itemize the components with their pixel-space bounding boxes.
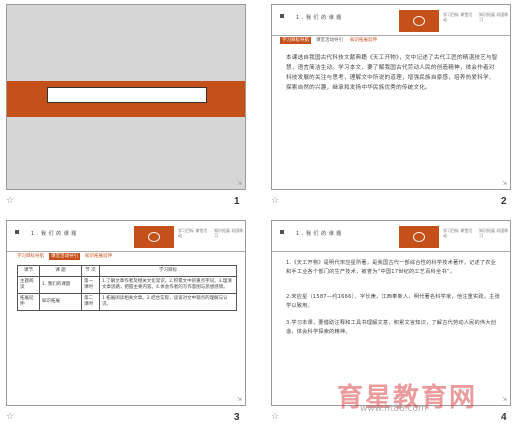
slide-transition-star-icon: ☆ bbox=[271, 196, 280, 206]
header-logo bbox=[134, 226, 174, 248]
tab-activities[interactable]: 课堂活动导引 bbox=[49, 253, 80, 260]
slide-paragraph: 本课选自我国古代科技文献典籍《天工开物》，文中记述了古代工匠的精湛技艺与智慧，语… bbox=[286, 55, 498, 91]
slide-transition-star-icon: ☆ bbox=[6, 412, 15, 422]
table-header-row: 课节 课 题 节 次 学习目标 bbox=[17, 265, 237, 277]
tab-extension[interactable]: 知识拓展延伸 bbox=[83, 253, 114, 260]
slide-transition-star-icon: ☆ bbox=[6, 196, 15, 206]
slide-header: 1 . 我 们 的 课 题 学习目标 课堂活动 知识拓展 巩固练习 bbox=[272, 221, 510, 251]
header-stamp-2: 知识拓展 巩固练习 bbox=[479, 12, 509, 22]
slide-number: 4 bbox=[501, 412, 507, 423]
slide-number: 1 bbox=[234, 196, 240, 207]
table-header: 学习目标 bbox=[99, 265, 237, 277]
table-cell: 知识拓展 bbox=[39, 293, 82, 311]
tab-goals[interactable]: 学习目标导航 bbox=[280, 37, 311, 44]
header-stamp-1: 学习目标 课堂活动 bbox=[443, 228, 473, 238]
slide-paragraph: 1.《天工开物》是明代宋应星所著，是我国古代一部综合性的科学技术著作，记述了农业… bbox=[286, 260, 497, 275]
slide-number: 2 bbox=[501, 196, 507, 207]
header-divider bbox=[272, 251, 510, 252]
header-divider bbox=[272, 35, 510, 36]
slide-tabs: 学习目标导航 课堂活动导引 知识拓展延伸 bbox=[280, 37, 379, 45]
header-stamp-1: 学习目标 课堂活动 bbox=[178, 228, 208, 238]
slide-thumbnail-3[interactable]: 1 . 我 们 的 课 题 学习目标 课堂活动 知识拓展 巩固练习 学习目标导航… bbox=[6, 220, 246, 406]
slide-nav-icon[interactable]: ⇲ bbox=[502, 396, 507, 403]
slide-thumbnail-1[interactable]: ⇲ bbox=[6, 4, 246, 190]
slide-nav-icon[interactable]: ⇲ bbox=[502, 180, 507, 187]
table-cell: 主题阅读 bbox=[17, 276, 40, 294]
logo-icon bbox=[413, 16, 425, 26]
slide-paragraph: 2.宋应星（1587—约1666），字长庚，江西奉新人，明代著名科学家，他注重实… bbox=[286, 294, 500, 309]
slide-header: 1 . 我 们 的 课 题 学习目标 课堂活动 知识拓展 巩固练习 bbox=[272, 5, 510, 35]
bullet-icon bbox=[280, 14, 284, 18]
table-cell: 拓展延伸 bbox=[17, 293, 40, 311]
header-logo bbox=[399, 226, 439, 248]
header-logo bbox=[399, 10, 439, 32]
header-title: 1 . 我 们 的 课 题 bbox=[296, 15, 342, 21]
table-cell: 1.了解文章作者及相关文化常识。2.积累文中的重点字词。3.理清文章思路，把握主… bbox=[99, 276, 237, 294]
header-title: 1 . 我 们 的 课 题 bbox=[296, 231, 342, 237]
table-cell: 第二课时 bbox=[81, 293, 100, 311]
title-band bbox=[7, 81, 245, 117]
table-cell: 1. 我们的课题 bbox=[39, 276, 82, 294]
title-placeholder bbox=[47, 87, 207, 103]
logo-icon bbox=[148, 232, 160, 242]
table-row: 拓展延伸 知识拓展 第二课时 1.拓展阅读相关文章。2.结合实际，谈谈对文中观点… bbox=[17, 293, 237, 311]
header-title: 1 . 我 们 的 课 题 bbox=[31, 231, 77, 237]
slide-thumbnail-2[interactable]: 1 . 我 们 的 课 题 学习目标 课堂活动 知识拓展 巩固练习 学习目标导航… bbox=[271, 4, 511, 190]
bullet-icon bbox=[15, 230, 19, 234]
header-stamp-1: 学习目标 课堂活动 bbox=[443, 12, 473, 22]
header-stamp-2: 知识拓展 巩固练习 bbox=[479, 228, 509, 238]
header-stamp-2: 知识拓展 巩固练习 bbox=[214, 228, 244, 238]
tab-activities[interactable]: 课堂活动导引 bbox=[314, 37, 345, 44]
header-divider bbox=[7, 251, 245, 252]
table-cell: 1.拓展阅读相关文章。2.结合实际，谈谈对文中观点的理解与认识。 bbox=[99, 293, 237, 311]
lesson-table: 课节 课 题 节 次 学习目标 主题阅读 1. 我们的课题 第一课时 1.了解文… bbox=[17, 265, 237, 311]
table-header: 节 次 bbox=[81, 265, 100, 277]
watermark-url: www.ht88.com bbox=[360, 404, 427, 414]
slide-number: 3 bbox=[234, 412, 240, 423]
tab-extension[interactable]: 知识拓展延伸 bbox=[348, 37, 379, 44]
table-cell: 第一课时 bbox=[81, 276, 100, 294]
bullet-icon bbox=[280, 230, 284, 234]
slide-transition-star-icon: ☆ bbox=[271, 412, 280, 422]
table-header: 课 题 bbox=[39, 265, 82, 277]
slide-header: 1 . 我 们 的 课 题 学习目标 课堂活动 知识拓展 巩固练习 bbox=[7, 221, 245, 251]
tab-goals[interactable]: 学习目标导航 bbox=[15, 253, 46, 260]
slide-tabs: 学习目标导航 课堂活动导引 知识拓展延伸 bbox=[15, 253, 114, 261]
logo-icon bbox=[413, 232, 425, 242]
table-header: 课节 bbox=[17, 265, 40, 277]
table-row: 主题阅读 1. 我们的课题 第一课时 1.了解文章作者及相关文化常识。2.积累文… bbox=[17, 276, 237, 294]
slide-nav-icon[interactable]: ⇲ bbox=[237, 396, 242, 403]
slide-nav-icon[interactable]: ⇲ bbox=[237, 180, 242, 187]
slide-paragraph: 3.学习本课，要借助注释和工具书理解文意，积累文言知识，了解古代劳动人民的伟大创… bbox=[286, 320, 497, 335]
